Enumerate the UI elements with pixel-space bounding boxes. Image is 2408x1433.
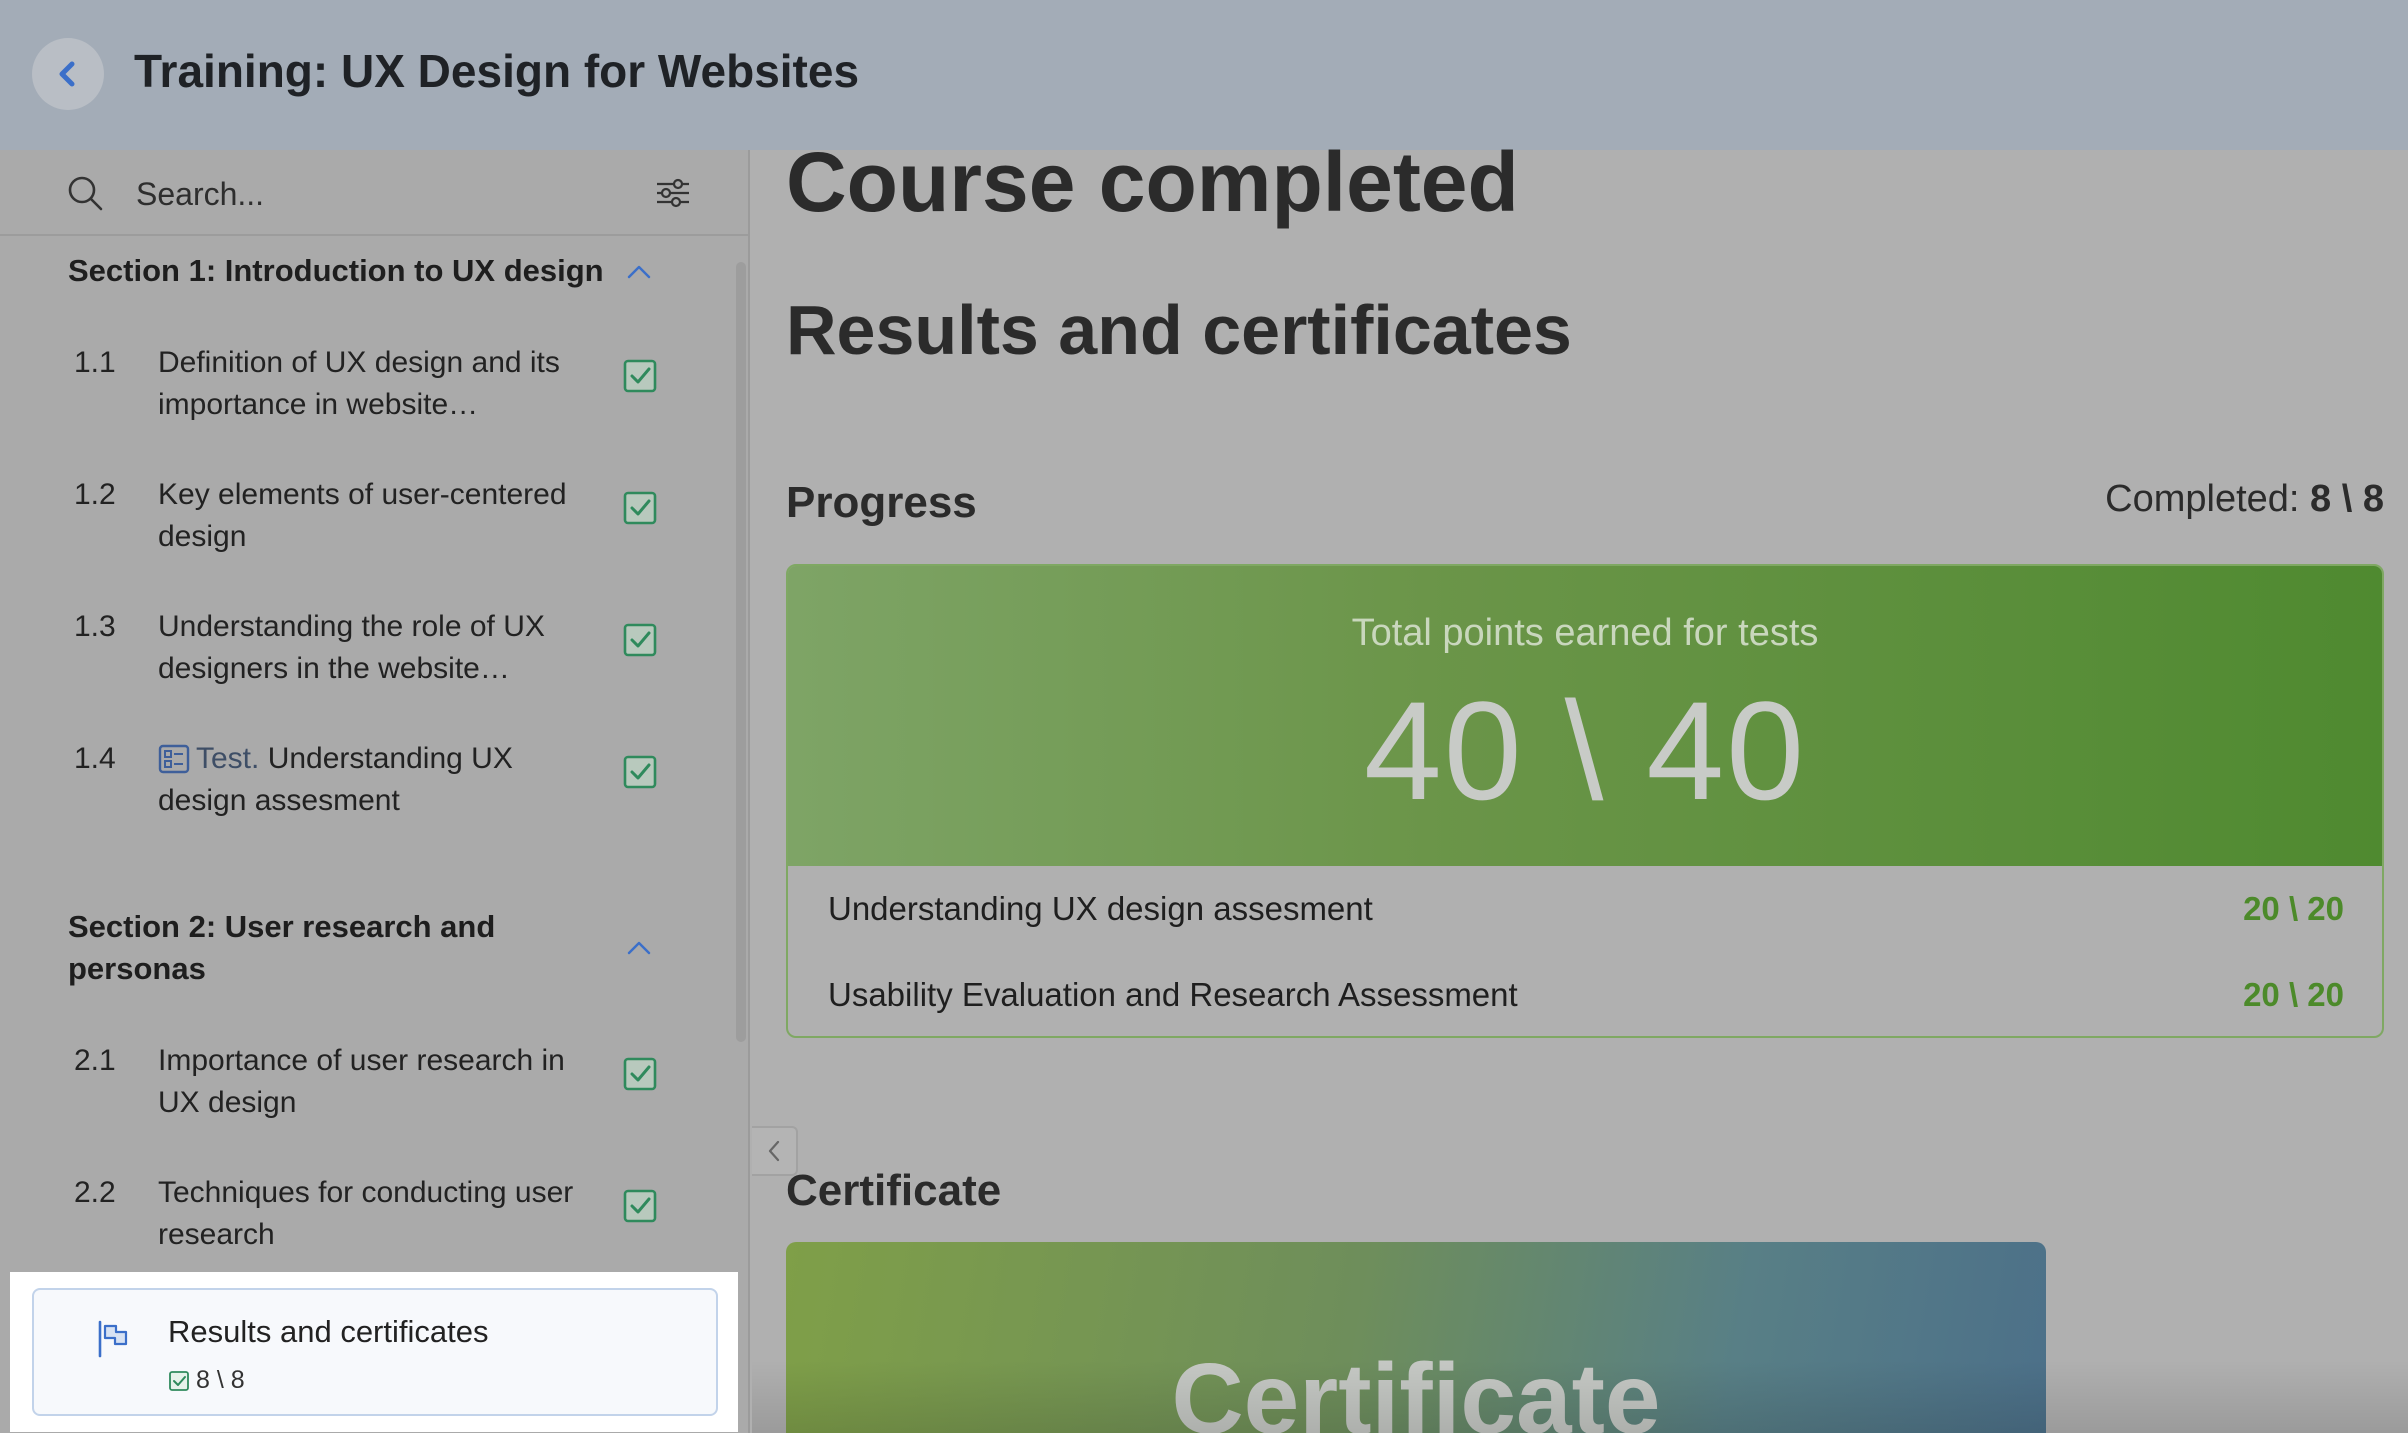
total-points-banner: Total points earned for tests 40 \ 40 (788, 566, 2382, 866)
test-name: Usability Evaluation and Research Assess… (828, 976, 1518, 1013)
checkbox-checked-icon (623, 755, 657, 789)
test-list-icon (158, 744, 190, 774)
results-count: 8 \ 8 (168, 1366, 245, 1395)
completed-value: 8 \ 8 (2310, 478, 2384, 520)
checkbox-checked-icon (623, 1057, 657, 1091)
lesson-number: 1.1 (74, 346, 116, 379)
completed-counter: Completed: 8 \ 8 (2105, 478, 2384, 521)
results-count-value: 8 \ 8 (196, 1366, 245, 1394)
lesson-item[interactable]: 2.1 Importance of user research in UX de… (0, 1040, 748, 1160)
lesson-number: 1.4 (74, 742, 116, 775)
lesson-item-test[interactable]: 1.4 Test. Understanding UX design assesm… (0, 738, 748, 858)
lesson-number: 2.2 (74, 1176, 116, 1209)
lesson-title: Key elements of user-centered design (158, 478, 567, 553)
section-title[interactable]: Section 1: Introduction to UX design (68, 250, 608, 292)
search-input[interactable] (134, 170, 638, 218)
test-label: Test. (196, 742, 260, 775)
lesson-number: 2.1 (74, 1044, 116, 1077)
completed-label: Completed: (2105, 478, 2300, 520)
lesson-title: Understanding the role of UX designers i… (158, 610, 545, 685)
lesson-item[interactable]: 1.1 Definition of UX design and its impo… (0, 342, 748, 462)
search-bar (0, 150, 748, 236)
test-score: 20 \ 20 (2243, 976, 2344, 1013)
filter-icon[interactable] (654, 174, 692, 212)
back-button[interactable] (32, 38, 104, 110)
checkbox-checked-icon (623, 359, 657, 393)
chevron-left-icon (768, 1140, 780, 1162)
results-and-certificates-item[interactable]: Results and certificates 8 \ 8 (32, 1288, 718, 1416)
total-points-label: Total points earned for tests (1351, 612, 1819, 654)
test-result-row: Usability Evaluation and Research Assess… (828, 976, 2344, 1036)
flag-icon (98, 1320, 128, 1358)
results-title: Results and certificates (168, 1314, 489, 1349)
lesson-number: 1.2 (74, 478, 116, 511)
test-result-row: Understanding UX design assesment 20 \ 2… (828, 890, 2344, 950)
progress-heading: Progress (786, 478, 977, 527)
checkbox-checked-icon (623, 1189, 657, 1223)
test-name: Understanding UX design assesment (828, 890, 1373, 927)
certificate-heading: Certificate (786, 1166, 1002, 1215)
results-panel: Results and certificates 8 \ 8 (10, 1272, 738, 1432)
back-chevron-icon (59, 61, 75, 87)
page-title: Training: UX Design for Websites (134, 45, 860, 97)
course-status-heading: Course completed (786, 135, 1519, 229)
total-points-value: 40 \ 40 (1363, 672, 1807, 829)
lesson-title: Definition of UX design and its importan… (158, 346, 560, 421)
chevron-up-icon[interactable] (626, 262, 652, 282)
lesson-item[interactable]: 1.3 Understanding the role of UX designe… (0, 606, 748, 726)
results-heading: Results and certificates (786, 291, 1572, 369)
lesson-title: Importance of user research in UX design (158, 1044, 565, 1119)
progress-card: Total points earned for tests 40 \ 40 Un… (786, 564, 2384, 1038)
checkbox-checked-icon (623, 491, 657, 525)
checkbox-checked-icon (623, 623, 657, 657)
lesson-title: Techniques for conducting user research (158, 1176, 574, 1251)
search-icon (68, 176, 103, 211)
checkbox-checked-icon (169, 1370, 189, 1391)
test-score: 20 \ 20 (2243, 890, 2344, 927)
certificate-card[interactable]: Certificate (786, 1242, 2046, 1433)
chevron-up-icon[interactable] (626, 938, 652, 958)
certificate-card-title: Certificate (1171, 1343, 1661, 1433)
header: Training: UX Design for Websites (0, 0, 2408, 150)
lesson-item[interactable]: 1.2 Key elements of user-centered design (0, 474, 748, 594)
section-title[interactable]: Section 2: User research and personas (68, 906, 608, 990)
lesson-title-wrap: Test. Understanding UX design assesment (158, 738, 598, 822)
sidebar: Section 1: Introduction to UX design 1.1… (0, 150, 750, 1433)
lesson-number: 1.3 (74, 610, 116, 643)
